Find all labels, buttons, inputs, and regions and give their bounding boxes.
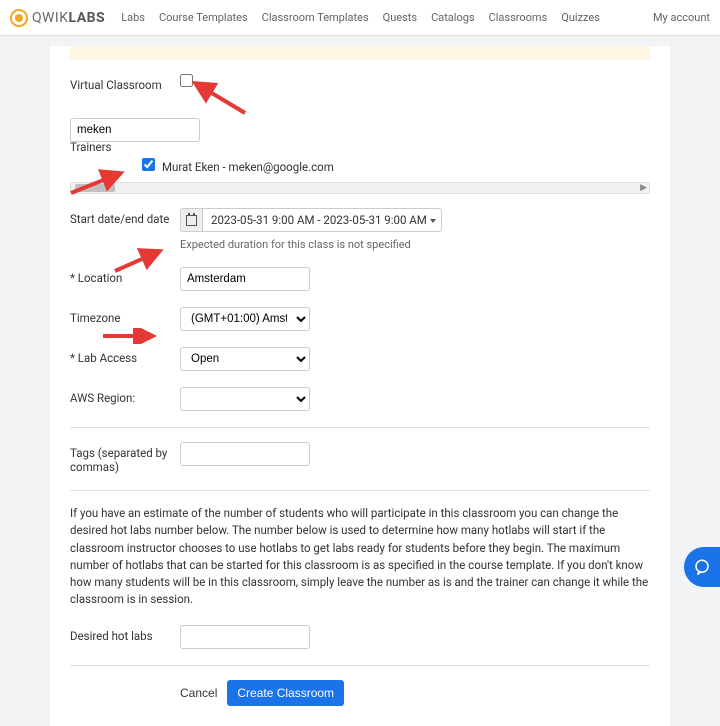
calendar-button[interactable] [180, 208, 202, 232]
classroom-name-input[interactable] [70, 118, 200, 142]
hotlabs-label: Desired hot labs [70, 625, 180, 643]
timezone-select[interactable]: (GMT+01:00) Amsterdam [180, 307, 310, 331]
nav-labs[interactable]: Labs [121, 11, 145, 24]
brand-logo[interactable]: QWIKLABS [10, 9, 105, 27]
date-range-value: 2023-05-31 9:00 AM - 2023-05-31 9:00 AM [211, 213, 427, 227]
date-hint-text: Expected duration for this class is not … [180, 238, 650, 251]
nav-my-account[interactable]: My account [653, 11, 710, 24]
alert-banner [70, 46, 650, 60]
trainer-name-text: Murat Eken - meken@google.com [162, 160, 334, 174]
location-input[interactable] [180, 267, 310, 291]
nav-quests[interactable]: Quests [383, 11, 417, 24]
hotlabs-description: If you have an estimate of the number of… [70, 505, 650, 609]
nav-catalogs[interactable]: Catalogs [431, 11, 475, 24]
chat-fab[interactable] [684, 547, 720, 587]
nav-course-templates[interactable]: Course Templates [159, 11, 248, 24]
hotlabs-input[interactable] [180, 625, 310, 649]
qwiklabs-logo-icon [10, 9, 28, 27]
trainers-label: Trainers [70, 140, 650, 154]
divider [70, 490, 650, 491]
nav-quizzes[interactable]: Quizzes [561, 11, 600, 24]
top-nav: QWIKLABS Labs Course Templates Classroom… [0, 0, 720, 36]
form-page: Virtual Classroom Trainers Murat Eken - … [50, 46, 670, 726]
tags-label: Tags (separated by commas) [70, 442, 180, 474]
divider [70, 427, 650, 428]
scrollbar-arrow-right-icon[interactable]: ▶ [640, 183, 647, 193]
tags-input[interactable] [180, 442, 310, 466]
aws-region-select[interactable] [180, 387, 310, 411]
calendar-icon [186, 215, 197, 226]
brand-text: QWIKLABS [32, 10, 105, 26]
nav-classrooms[interactable]: Classrooms [489, 11, 548, 24]
date-range-dropdown[interactable]: 2023-05-31 9:00 AM - 2023-05-31 9:00 AM [202, 208, 442, 232]
virtual-classroom-label: Virtual Classroom [70, 74, 180, 92]
timezone-label: Timezone [70, 307, 180, 325]
lab-access-select[interactable]: Open [180, 347, 310, 371]
trainer-checkbox[interactable] [142, 158, 155, 171]
lab-access-label: * Lab Access [70, 347, 180, 365]
nav-links: Labs Course Templates Classroom Template… [121, 11, 600, 24]
start-end-date-label: Start date/end date [70, 208, 180, 226]
chat-icon [693, 558, 711, 576]
scrollbar-thumb[interactable] [75, 184, 115, 192]
nav-classroom-templates[interactable]: Classroom Templates [262, 11, 369, 24]
divider [70, 665, 650, 666]
name-label [70, 108, 180, 112]
virtual-classroom-checkbox[interactable] [180, 74, 193, 87]
aws-region-label: AWS Region: [70, 387, 180, 405]
location-label: * Location [70, 267, 180, 285]
create-classroom-button[interactable]: Create Classroom [227, 680, 344, 706]
trainers-scrollbar[interactable]: ▶ [70, 182, 650, 194]
cancel-button[interactable]: Cancel [180, 686, 217, 700]
